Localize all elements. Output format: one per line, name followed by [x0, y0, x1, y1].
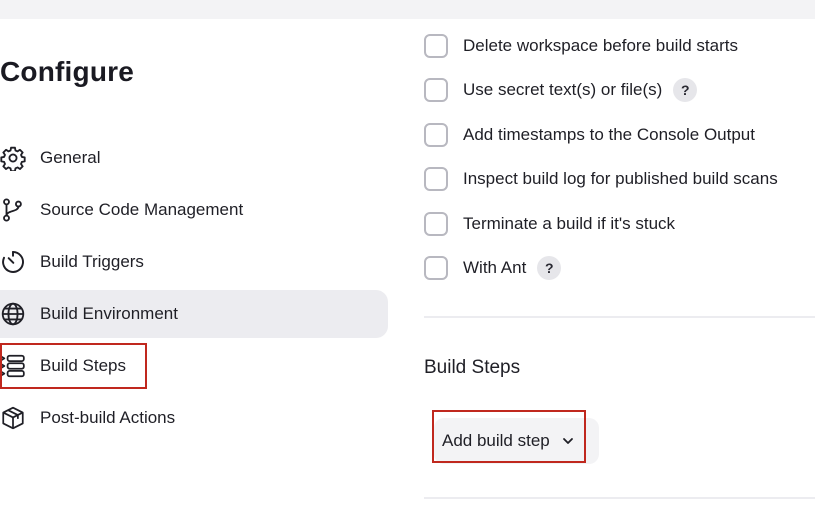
- option-label: Terminate a build if it's stuck: [463, 214, 676, 233]
- sidebar-item-label: Build Steps: [40, 356, 126, 375]
- top-bar: [0, 0, 815, 19]
- gear-icon: [0, 144, 28, 172]
- checkbox[interactable]: [424, 212, 448, 236]
- help-icon[interactable]: ?: [537, 256, 562, 280]
- sidebar-item-label: Build Environment: [40, 304, 178, 323]
- checkbox[interactable]: [424, 123, 448, 147]
- sidebar-item-source-code-management[interactable]: Source Code Management: [0, 186, 388, 234]
- build-steps-heading: Build Steps: [424, 357, 521, 378]
- sidebar-item-general[interactable]: General: [0, 134, 388, 182]
- section-divider: [424, 316, 815, 318]
- option-label: Delete workspace before build starts: [463, 36, 738, 55]
- timer-icon: [0, 248, 28, 276]
- add-build-step-label: Add build step: [442, 431, 550, 450]
- checkbox[interactable]: [424, 256, 448, 280]
- configure-page: Configure General Source Code Management…: [0, 0, 815, 508]
- help-icon[interactable]: ?: [673, 78, 698, 102]
- sidebar-item-label: Post-build Actions: [40, 408, 176, 427]
- sidebar-item-post-build-actions[interactable]: Post-build Actions: [0, 394, 388, 442]
- option-label: Add timestamps to the Console Output: [463, 125, 755, 144]
- option-delete-workspace[interactable]: Delete workspace before build starts: [424, 31, 738, 61]
- chevron-down-icon: [561, 434, 575, 448]
- package-icon: [0, 404, 28, 432]
- branch-icon: [0, 196, 28, 224]
- sidebar-item-label: Build Triggers: [40, 252, 144, 271]
- sidebar-item-build-environment[interactable]: Build Environment: [0, 290, 388, 338]
- option-use-secret[interactable]: Use secret text(s) or file(s) ?: [424, 75, 698, 105]
- option-label: Use secret text(s) or file(s): [463, 80, 663, 99]
- option-terminate-stuck[interactable]: Terminate a build if it's stuck: [424, 209, 675, 239]
- option-with-ant[interactable]: With Ant ?: [424, 253, 562, 283]
- checkbox[interactable]: [424, 34, 448, 58]
- globe-icon: [0, 300, 28, 328]
- checkbox[interactable]: [424, 167, 448, 191]
- option-inspect-build-log[interactable]: Inspect build log for published build sc…: [424, 164, 778, 194]
- checkbox[interactable]: [424, 78, 448, 102]
- list-icon: [0, 352, 28, 380]
- page-title: Configure: [0, 56, 135, 87]
- option-add-timestamps[interactable]: Add timestamps to the Console Output: [424, 120, 755, 150]
- sidebar-item-build-triggers[interactable]: Build Triggers: [0, 238, 388, 286]
- section-divider: [424, 497, 815, 499]
- option-label: With Ant: [463, 258, 527, 277]
- sidebar-item-label: Source Code Management: [40, 200, 244, 219]
- option-label: Inspect build log for published build sc…: [463, 169, 778, 188]
- add-build-step-button[interactable]: Add build step: [434, 418, 599, 464]
- sidebar-item-build-steps[interactable]: Build Steps: [0, 342, 388, 390]
- sidebar-item-label: General: [40, 148, 101, 167]
